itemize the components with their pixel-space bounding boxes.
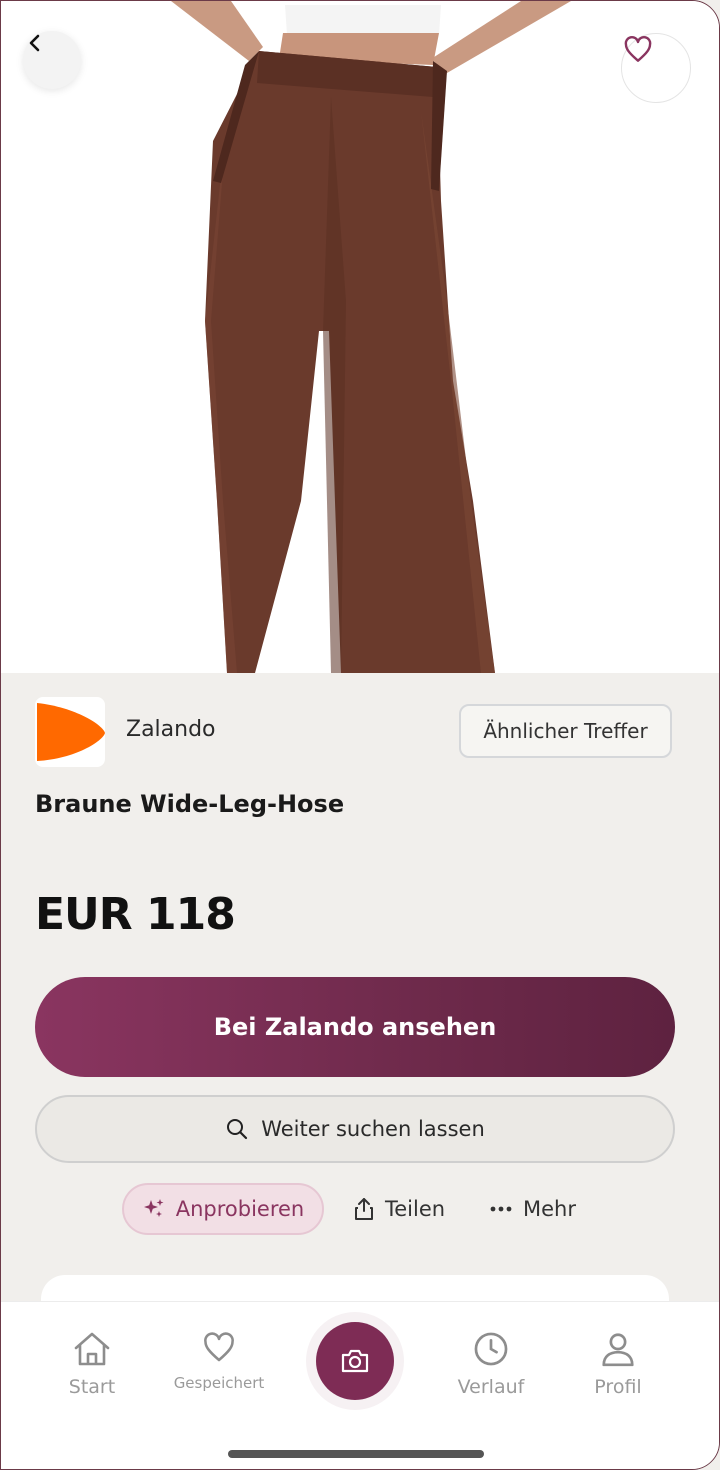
bottom-navigation: Start Gespeichert Verlauf Profil [1,1301,719,1469]
view-at-shop-button[interactable]: Bei Zalando ansehen [35,977,675,1077]
sparkle-icon [143,1199,164,1217]
heart-icon [204,1332,234,1362]
continue-search-button[interactable]: Weiter suchen lassen [35,1095,675,1163]
heart-icon [624,36,652,62]
nav-item-start[interactable]: Start [37,1330,147,1398]
nav-label-history: Verlauf [457,1376,525,1398]
share-button[interactable]: Teilen [353,1183,445,1235]
try-on-label: Anprobieren [175,1197,305,1221]
more-button[interactable]: Mehr [489,1183,576,1235]
app-screen: Zalando Ähnlicher Treffer Braune Wide-Le… [0,0,720,1470]
camera-button[interactable] [316,1322,394,1400]
camera-icon [341,1349,369,1373]
more-label: Mehr [523,1197,576,1221]
product-title: Braune Wide-Leg-Hose [35,790,345,818]
user-icon [602,1333,634,1367]
dots-icon [490,1206,512,1212]
chevron-left-icon [29,34,40,52]
share-icon [355,1198,373,1220]
product-image [1,1,719,673]
clock-icon [474,1332,508,1366]
zalando-logo-icon [37,703,105,761]
nav-item-saved[interactable]: Gespeichert [164,1330,274,1392]
nav-item-history[interactable]: Verlauf [436,1330,546,1398]
similar-match-button[interactable]: Ähnlicher Treffer [459,704,672,758]
shop-name: Zalando [126,717,216,742]
product-photo [171,1,571,673]
shop-logo [35,697,105,767]
search-icon [227,1119,248,1140]
action-row: Anprobieren Teilen Mehr [1,1183,719,1235]
continue-search-label: Weiter suchen lassen [261,1117,485,1141]
nav-label-saved: Gespeichert [173,1374,265,1392]
favorite-button[interactable] [621,33,691,103]
product-price: EUR 118 [35,889,236,940]
home-indicator [228,1450,484,1458]
nav-label-profile: Profil [594,1376,642,1398]
nav-label-start: Start [68,1376,116,1398]
home-icon [74,1332,110,1366]
try-on-button[interactable]: Anprobieren [122,1183,324,1235]
nav-item-profile[interactable]: Profil [563,1330,673,1398]
share-label: Teilen [385,1197,446,1221]
back-button[interactable] [23,31,81,89]
